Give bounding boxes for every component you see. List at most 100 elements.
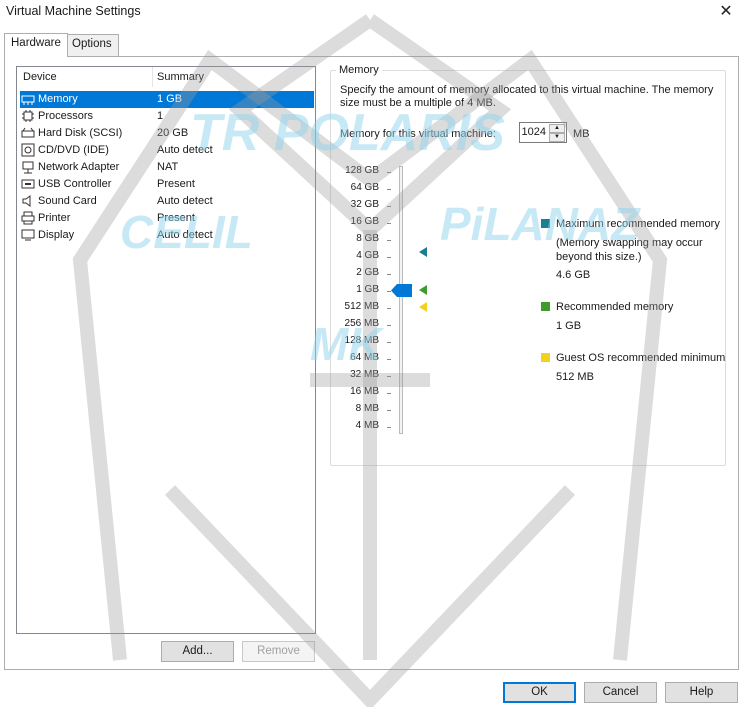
memory-scale-tick — [387, 274, 391, 275]
memory-input[interactable]: 1024 ▲ ▼ — [519, 122, 567, 143]
memory-scale-label: 8 MB — [355, 403, 379, 414]
memory-scale-label: 16 GB — [350, 216, 379, 227]
memory-scale-label: 4 GB — [356, 250, 379, 261]
guest-min-marker-icon — [418, 302, 428, 315]
tab-hardware[interactable]: Hardware — [4, 33, 68, 57]
device-summary: NAT — [157, 161, 179, 173]
memory-scale-label: 64 GB — [350, 182, 379, 193]
memory-description: Specify the amount of memory allocated t… — [340, 84, 714, 109]
memory-scale-tick — [387, 257, 391, 258]
memory-scale-tick — [387, 189, 391, 190]
memory-scale-label: 8 GB — [356, 233, 379, 244]
device-summary: 1 — [157, 110, 164, 122]
display-icon — [21, 228, 35, 242]
recommended-marker-icon — [418, 285, 428, 298]
usb-icon — [21, 177, 35, 191]
device-name: Printer — [38, 212, 71, 224]
memory-scale-label: 16 MB — [350, 386, 379, 397]
device-column-header[interactable]: Device — [23, 71, 57, 83]
summary-column-header[interactable]: Summary — [157, 71, 204, 83]
remove-button[interactable]: Remove — [242, 641, 315, 662]
processor-icon — [21, 109, 35, 123]
recommended-value: 1 GB — [556, 320, 582, 332]
device-summary: 1 GB — [157, 93, 183, 105]
memory-scale-tick — [387, 172, 391, 173]
memory-field-label: Memory for this virtual machine: — [340, 128, 496, 140]
memory-scale-label: 256 MB — [344, 318, 379, 329]
memory-scale-tick — [387, 325, 391, 326]
max-recommended-label: Maximum recommended memory — [556, 218, 720, 230]
memory-value[interactable]: 1024 — [522, 126, 546, 138]
memory-icon — [21, 92, 35, 106]
memory-scale-label: 512 MB — [344, 301, 379, 312]
close-icon[interactable]: ✕ — [715, 1, 737, 23]
memory-scale-tick — [387, 308, 391, 309]
device-summary: Auto detect — [157, 229, 213, 241]
max-recommended-note: (Memory swapping may occur beyond this s… — [556, 237, 703, 263]
max-recommended-legend-icon — [541, 219, 550, 228]
memory-scale-tick — [387, 342, 391, 343]
max-recommended-value: 4.6 GB — [556, 269, 591, 281]
recommended-legend-icon — [541, 302, 550, 311]
device-row[interactable]: Sound Card Auto detect — [20, 193, 314, 210]
recommended-label: Recommended memory — [556, 301, 674, 313]
device-name: Processors — [38, 110, 94, 122]
memory-scale-label: 4 MB — [355, 420, 379, 431]
memory-scale-tick — [387, 410, 391, 411]
device-row[interactable]: Processors 1 — [20, 108, 314, 125]
guest-min-value: 512 MB — [556, 371, 594, 383]
add-button[interactable]: Add... — [161, 641, 234, 662]
hard-disk-icon — [21, 126, 35, 140]
memory-scale-label: 64 MB — [350, 352, 379, 363]
cancel-button[interactable]: Cancel — [584, 682, 657, 703]
spin-down-icon[interactable]: ▼ — [549, 133, 565, 142]
help-button[interactable]: Help — [665, 682, 738, 703]
memory-scale-label: 128 MB — [344, 335, 379, 346]
device-row[interactable]: Memory 1 GB — [20, 91, 314, 108]
memory-scale-label: 128 GB — [345, 165, 379, 176]
cd-dvd-icon — [21, 143, 35, 157]
memory-slider-thumb[interactable] — [391, 284, 413, 300]
max-recommended-marker-icon — [418, 247, 428, 260]
device-row[interactable]: Hard Disk (SCSI) 20 GB — [20, 125, 314, 142]
memory-scale-tick — [387, 359, 391, 360]
memory-scale-label: 32 MB — [350, 369, 379, 380]
printer-icon — [21, 211, 35, 225]
memory-scale-tick — [387, 393, 391, 394]
device-name: USB Controller — [38, 178, 112, 190]
memory-unit: MB — [573, 128, 590, 140]
guest-min-label: Guest OS recommended minimum — [556, 352, 726, 364]
memory-scale-tick — [387, 206, 391, 207]
memory-slider-track[interactable] — [399, 166, 403, 434]
ok-button[interactable]: OK — [503, 682, 576, 703]
sound-card-icon — [21, 194, 35, 208]
device-row[interactable]: Printer Present — [20, 210, 314, 227]
memory-scale-tick — [387, 376, 391, 377]
device-summary: Present — [157, 178, 195, 190]
column-divider[interactable] — [152, 67, 153, 87]
memory-scale-tick — [387, 240, 391, 241]
memory-scale-label: 32 GB — [350, 199, 379, 210]
device-name: CD/DVD (IDE) — [38, 144, 109, 156]
device-name: Network Adapter — [38, 161, 120, 173]
memory-scale-tick — [387, 223, 391, 224]
device-row[interactable]: Display Auto detect — [20, 227, 314, 244]
device-name: Memory — [38, 93, 78, 105]
window-title: Virtual Machine Settings — [6, 4, 141, 18]
device-row[interactable]: CD/DVD (IDE) Auto detect — [20, 142, 314, 159]
device-summary: Auto detect — [157, 195, 213, 207]
device-name: Sound Card — [38, 195, 97, 207]
memory-scale-tick — [387, 427, 391, 428]
device-name: Display — [38, 229, 75, 241]
guest-min-legend-icon — [541, 353, 550, 362]
device-row[interactable]: Network Adapter NAT — [20, 159, 314, 176]
device-summary: 20 GB — [157, 127, 189, 139]
memory-scale-label: 1 GB — [356, 284, 379, 295]
device-summary: Auto detect — [157, 144, 213, 156]
network-adapter-icon — [21, 160, 35, 174]
spin-up-icon[interactable]: ▲ — [549, 124, 565, 133]
tab-options[interactable]: Options — [65, 34, 119, 56]
device-row[interactable]: USB Controller Present — [20, 176, 314, 193]
device-name: Hard Disk (SCSI) — [38, 127, 123, 139]
device-summary: Present — [157, 212, 195, 224]
